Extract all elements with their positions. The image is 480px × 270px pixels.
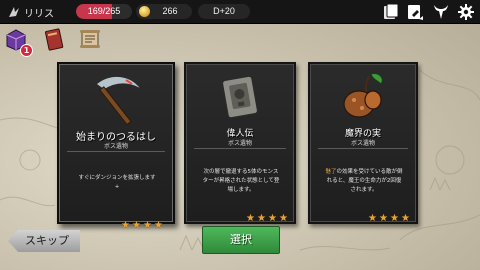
- star-rating: ★ ★ ★ ★: [121, 221, 164, 231]
- card-description: 魅了の効果を受けている敵が倒 れると、魔王の生命力が2回復 されます。: [314, 168, 414, 195]
- top-bar: リリス 169/265 266 D+20: [0, 0, 480, 24]
- card-subtitle: ボス遺物: [350, 140, 375, 147]
- star-icon: ★: [390, 213, 399, 224]
- stone-book-icon: [221, 75, 259, 119]
- card-desc-line: +: [114, 184, 120, 190]
- star-icon: ★: [154, 220, 163, 231]
- skip-button[interactable]: スキップ: [8, 230, 80, 252]
- star-rating: ★ ★ ★ ★: [246, 214, 289, 224]
- charm-keyword: 魅了: [325, 169, 337, 175]
- day-counter: D+20: [198, 4, 250, 19]
- hp-bar: 169/265: [76, 4, 132, 19]
- star-icon: ★: [246, 213, 255, 224]
- select-button[interactable]: 選択: [202, 226, 280, 254]
- gold-counter: 266: [136, 4, 192, 19]
- hp-text: 169/265: [87, 6, 121, 16]
- card-desc-line: 魅了の効果を受けている敵が倒: [314, 168, 414, 177]
- card-description: すぐにダンジョンを拡張します +: [65, 174, 169, 192]
- star-icon: ★: [143, 220, 152, 231]
- player-name: リリス: [24, 9, 54, 20]
- demon-horns-icon[interactable]: [432, 3, 450, 21]
- card-desc-line: れると、魔王の生命力が2回復: [326, 178, 402, 184]
- wing-icon: [9, 7, 19, 17]
- card-desc-line: すぐにダンジョンを拡張します: [78, 175, 156, 181]
- card-subtitle: ボス遺物: [103, 143, 128, 150]
- card-divider: [318, 148, 408, 149]
- card-desc-line: 場します。: [227, 187, 255, 193]
- star-icon: ★: [368, 213, 377, 224]
- card-desc-line: ターが昇格された状態として登: [202, 178, 280, 184]
- demon-fruit-icon: [343, 73, 383, 118]
- star-icon: ★: [401, 213, 410, 224]
- card-desc-line: 次の層で撤退する5体のモンス: [203, 169, 279, 175]
- notification-badge: 1: [20, 44, 33, 57]
- gear-icon[interactable]: [457, 3, 475, 21]
- relic-card-pickaxe[interactable]: 始まりのつるはし ボス遺物 すぐにダンジョンを拡張します + ★ ★ ★ ★: [57, 62, 175, 231]
- star-icon: ★: [121, 220, 130, 231]
- relic-card-biography[interactable]: 偉人伝 ボス遺物 次の層で撤退する5体のモンス ターが昇格された状態として登 場…: [184, 62, 296, 224]
- gold-amount: 266: [162, 6, 178, 16]
- star-icon: ★: [132, 220, 141, 231]
- coin-icon: [139, 6, 150, 17]
- star-icon: ★: [268, 213, 277, 224]
- card-description: 次の層で撤退する5体のモンス ターが昇格された状態として登 場します。: [191, 168, 291, 195]
- card-subtitle: ボス遺物: [227, 140, 252, 147]
- star-icon: ★: [379, 213, 388, 224]
- scroll-icon[interactable]: [78, 27, 102, 51]
- deck-icon[interactable]: [406, 3, 424, 21]
- red-book-icon[interactable]: [42, 27, 66, 51]
- star-rating: ★ ★ ★ ★: [368, 214, 411, 224]
- card-desc-line: されます。: [350, 187, 378, 193]
- relic-card-demon-fruit[interactable]: 魔界の実 ボス遺物 魅了の効果を受けている敵が倒 れると、魔王の生命力が2回復 …: [308, 62, 418, 224]
- star-icon: ★: [279, 213, 288, 224]
- card-divider: [67, 151, 165, 152]
- card-icon[interactable]: [382, 3, 400, 21]
- card-divider: [194, 148, 286, 149]
- day-text: D+20: [213, 6, 235, 16]
- star-icon: ★: [257, 213, 266, 224]
- pickaxe-icon: [95, 75, 143, 126]
- card-desc-text: の効果を受けている敵が倒: [336, 169, 403, 175]
